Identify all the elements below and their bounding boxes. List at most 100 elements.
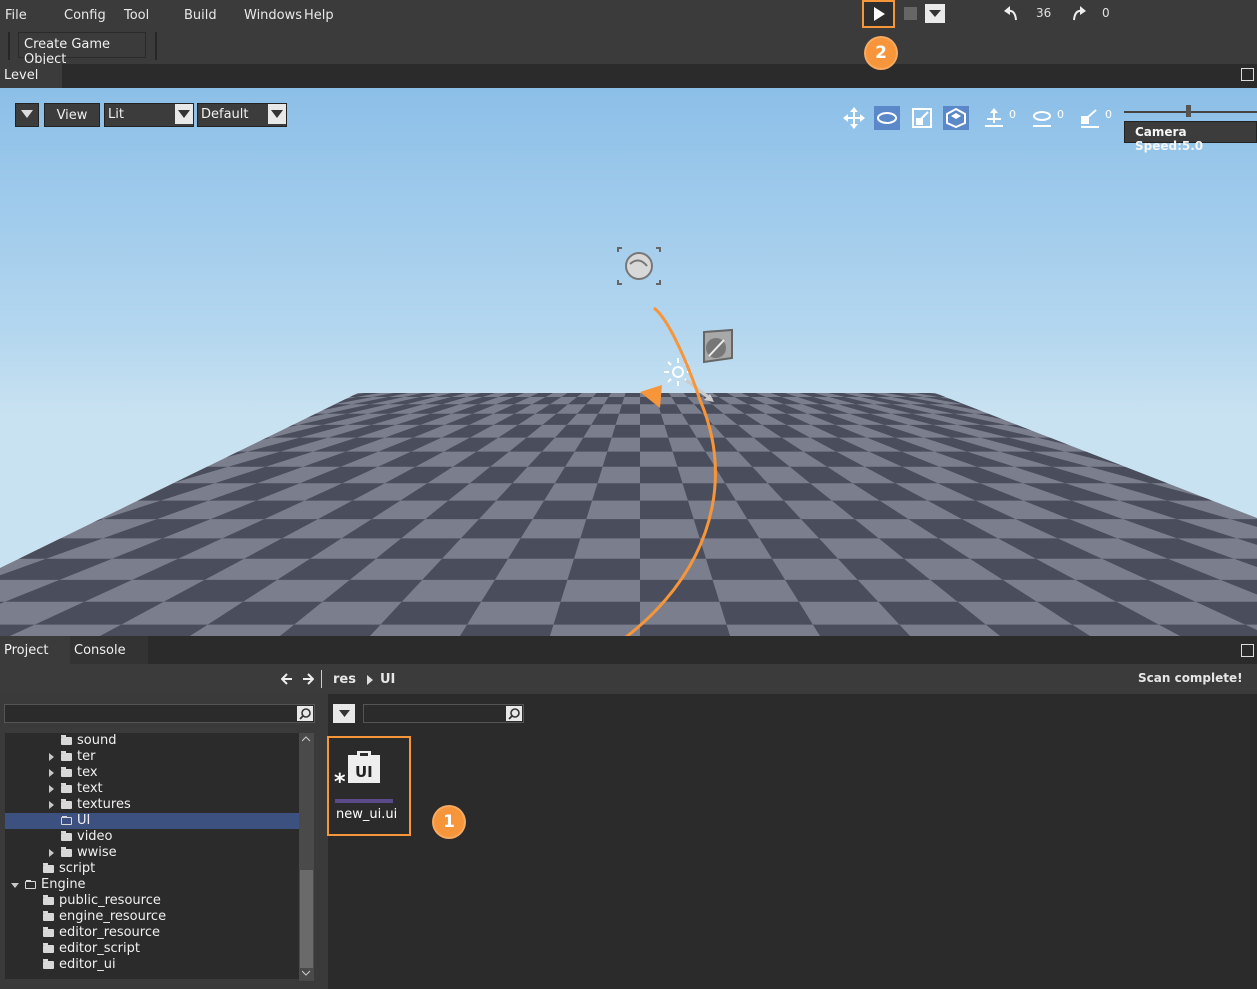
annotation-badge-2: 2 xyxy=(864,36,898,70)
folder-icon xyxy=(43,911,54,921)
tree-item-label: wwise xyxy=(77,845,117,860)
tree-item-ui[interactable]: UI xyxy=(5,813,299,829)
tree-search-input[interactable] xyxy=(4,704,315,723)
tab-project[interactable]: Project xyxy=(0,636,70,664)
folder-icon xyxy=(43,863,54,873)
folder-icon xyxy=(61,783,72,793)
preset-select-value: Default xyxy=(201,107,249,122)
folder-open-icon xyxy=(25,880,36,889)
folder-icon xyxy=(61,799,72,809)
tree-item-sound[interactable]: sound xyxy=(5,733,299,749)
toolbar-grip[interactable] xyxy=(155,32,157,60)
collapsed-arrow-icon[interactable] xyxy=(49,769,54,777)
file-name: new_ui.ui xyxy=(336,807,398,822)
scene-viewport[interactable]: View Lit Default 0 0 0 xyxy=(0,88,1257,636)
play-icon xyxy=(873,7,885,21)
menu-file[interactable]: File xyxy=(5,8,27,23)
tree-item-public-resource[interactable]: public_resource xyxy=(5,893,299,909)
tree-item-tex[interactable]: tex xyxy=(5,765,299,781)
chevron-down-icon xyxy=(21,110,33,118)
asset-filter-dropdown[interactable] xyxy=(333,704,355,723)
menu-tool[interactable]: Tool xyxy=(124,8,149,23)
move-snap-icon[interactable] xyxy=(981,106,1007,130)
shading-select-value: Lit xyxy=(108,107,124,122)
folder-tree: sound ter tex text textures UI video wwise scrip… xyxy=(5,733,299,979)
tree-item-wwise[interactable]: wwise xyxy=(5,845,299,861)
tree-item-editor-script[interactable]: editor_script xyxy=(5,941,299,957)
tree-item-engine[interactable]: Engine xyxy=(5,877,299,893)
chevron-down-icon xyxy=(338,709,350,717)
tree-item-editor-resource[interactable]: editor_resource xyxy=(5,925,299,941)
undo-button[interactable] xyxy=(1002,4,1020,26)
rotate-tool-icon[interactable] xyxy=(874,106,900,130)
folder-open-icon xyxy=(61,816,72,825)
toolbar-grip[interactable] xyxy=(8,32,10,60)
view-button[interactable]: View xyxy=(44,103,100,127)
tree-item-script[interactable]: script xyxy=(5,861,299,877)
asset-file-new-ui[interactable]: UI * new_ui.ui xyxy=(327,736,411,836)
search-icon xyxy=(506,706,522,721)
folder-icon xyxy=(43,943,54,953)
tree-item-label: UI xyxy=(77,813,91,828)
collapsed-arrow-icon[interactable] xyxy=(49,849,54,857)
folder-icon xyxy=(61,847,72,857)
folder-icon xyxy=(61,735,72,745)
folder-icon xyxy=(61,751,72,761)
redo-button[interactable] xyxy=(1070,4,1088,26)
tree-item-label: sound xyxy=(77,733,117,748)
tab-level[interactable]: Level xyxy=(0,64,62,88)
scale-tool-icon[interactable] xyxy=(909,106,935,130)
project-nav-bar xyxy=(0,664,1257,694)
menu-config[interactable]: Config xyxy=(64,8,106,23)
undock-icon[interactable] xyxy=(1241,644,1254,657)
play-options-dropdown[interactable] xyxy=(925,4,945,23)
shading-select[interactable]: Lit xyxy=(104,103,194,127)
undock-icon[interactable] xyxy=(1241,68,1254,81)
tree-item-label: video xyxy=(77,829,113,844)
folder-icon xyxy=(61,767,72,777)
create-game-object-button[interactable]: Create Game Object xyxy=(18,32,146,67)
tree-item-label: public_resource xyxy=(59,893,161,908)
menu-bar: File Config Tool Build Windows Help xyxy=(0,0,1257,32)
tree-item-label: text xyxy=(77,781,103,796)
tab-console[interactable]: Console xyxy=(70,636,148,664)
tree-item-textures[interactable]: textures xyxy=(5,797,299,813)
preset-select[interactable]: Default xyxy=(197,103,287,127)
collapsed-arrow-icon[interactable] xyxy=(49,753,54,761)
tree-item-engine-resource[interactable]: engine_resource xyxy=(5,909,299,925)
viewport-menu-button[interactable] xyxy=(15,103,39,127)
tree-item-video[interactable]: video xyxy=(5,829,299,845)
camera-speed-slider-handle[interactable] xyxy=(1186,105,1191,117)
rotate-snap-icon[interactable] xyxy=(1029,106,1055,130)
chevron-down-icon xyxy=(929,9,941,17)
asset-search-input[interactable] xyxy=(363,704,524,723)
menu-help[interactable]: Help xyxy=(304,8,334,23)
tree-item-label: script xyxy=(59,861,96,876)
tree-item-label: editor_ui xyxy=(59,957,116,972)
undo-count: 36 xyxy=(1036,6,1052,20)
tree-item-label: editor_script xyxy=(59,941,140,956)
collapsed-arrow-icon[interactable] xyxy=(49,801,54,809)
tree-item-label: editor_resource xyxy=(59,925,160,940)
menu-build[interactable]: Build xyxy=(184,8,217,23)
tree-item-editor-ui[interactable]: editor_ui xyxy=(5,957,299,973)
scale-snap-icon[interactable] xyxy=(1077,106,1103,130)
tree-scrollbar-thumb[interactable] xyxy=(300,870,313,968)
move-tool-icon[interactable] xyxy=(841,106,867,130)
breadcrumb-res[interactable]: res xyxy=(333,672,356,687)
tree-item-text[interactable]: text xyxy=(5,781,299,797)
stop-button[interactable] xyxy=(904,7,917,20)
redo-count: 0 xyxy=(1102,6,1110,20)
local-space-icon[interactable] xyxy=(943,106,969,130)
back-arrow-icon[interactable] xyxy=(280,673,293,689)
play-button[interactable] xyxy=(862,0,895,28)
chevron-right-icon xyxy=(367,674,373,689)
expanded-arrow-icon[interactable] xyxy=(11,883,19,888)
tree-item-ter[interactable]: ter xyxy=(5,749,299,765)
modified-asterisk: * xyxy=(334,770,346,795)
tree-item-label: engine_resource xyxy=(59,909,167,924)
forward-arrow-icon[interactable] xyxy=(302,673,315,689)
collapsed-arrow-icon[interactable] xyxy=(49,785,54,793)
menu-windows[interactable]: Windows xyxy=(244,8,302,23)
breadcrumb-ui[interactable]: UI xyxy=(380,672,395,687)
